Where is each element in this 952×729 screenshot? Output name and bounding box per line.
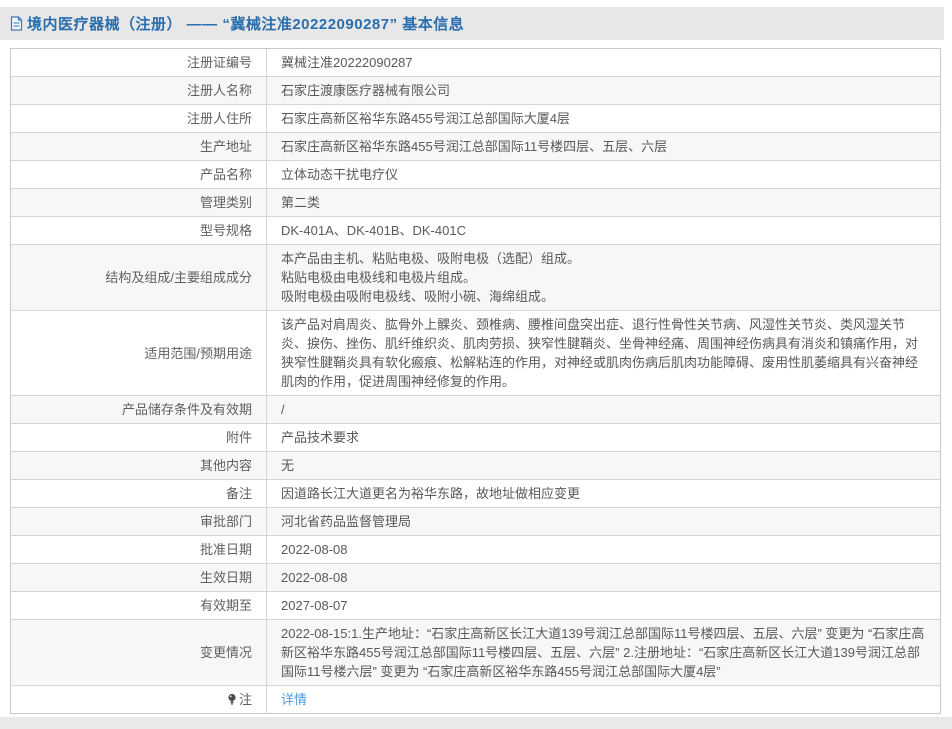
- row-value: 第二类: [267, 189, 940, 216]
- row-label: 型号规格: [11, 217, 267, 244]
- table-row: 生产地址 石家庄高新区裕华东路455号润江总部国际11号楼四层、五层、六层: [11, 133, 940, 161]
- table-row: 其他内容 无: [11, 452, 940, 480]
- registration-info-table: 注册证编号 冀械注准20222090287 注册人名称 石家庄渡康医疗器械有限公…: [10, 48, 941, 714]
- row-value: 产品技术要求: [267, 424, 940, 451]
- row-value: 详情: [267, 686, 940, 713]
- bulb-icon: [227, 693, 237, 706]
- table-row: 注册人名称 石家庄渡康医疗器械有限公司: [11, 77, 940, 105]
- row-value: /: [267, 396, 940, 423]
- table-row: 生效日期 2022-08-08: [11, 564, 940, 592]
- row-label: 变更情况: [11, 620, 267, 685]
- table-row: 有效期至 2027-08-07: [11, 592, 940, 620]
- table-row: 管理类别 第二类: [11, 189, 940, 217]
- page-header: 境内医疗器械（注册） —— “冀械注准20222090287” 基本信息: [0, 7, 944, 40]
- table-row: 适用范围/预期用途 该产品对肩周炎、肱骨外上髁炎、颈椎病、腰椎间盘突出症、退行性…: [11, 311, 940, 396]
- row-value: DK-401A、DK-401B、DK-401C: [267, 217, 940, 244]
- table-row: 结构及组成/主要组成成分 本产品由主机、粘贴电极、吸附电极（选配）组成。 粘贴电…: [11, 245, 940, 311]
- row-label: 注册人住所: [11, 105, 267, 132]
- row-label: 注册证编号: [11, 49, 267, 76]
- row-value: 石家庄渡康医疗器械有限公司: [267, 77, 940, 104]
- row-value: 因道路长江大道更名为裕华东路，故地址做相应变更: [267, 480, 940, 507]
- table-row: 注册人住所 石家庄高新区裕华东路455号润江总部国际大厦4层: [11, 105, 940, 133]
- row-value: 无: [267, 452, 940, 479]
- row-label: 管理类别: [11, 189, 267, 216]
- table-row: 产品名称 立体动态干扰电疗仪: [11, 161, 940, 189]
- page-title: 境内医疗器械（注册） —— “冀械注准20222090287” 基本信息: [27, 13, 464, 34]
- row-value: 该产品对肩周炎、肱骨外上髁炎、颈椎病、腰椎间盘突出症、退行性骨性关节病、风湿性关…: [267, 311, 940, 395]
- row-label: 其他内容: [11, 452, 267, 479]
- table-row: 型号规格 DK-401A、DK-401B、DK-401C: [11, 217, 940, 245]
- row-label: 注册人名称: [11, 77, 267, 104]
- row-label: 产品名称: [11, 161, 267, 188]
- row-value: 石家庄高新区裕华东路455号润江总部国际11号楼四层、五层、六层: [267, 133, 940, 160]
- row-label: 结构及组成/主要组成成分: [11, 245, 267, 310]
- row-value: 冀械注准20222090287: [267, 49, 940, 76]
- row-label: 批准日期: [11, 536, 267, 563]
- table-row: 注册证编号 冀械注准20222090287: [11, 49, 940, 77]
- row-value: 2022-08-15:1.生产地址：“石家庄高新区长江大道139号润江总部国际1…: [267, 620, 940, 685]
- table-row: 变更情况 2022-08-15:1.生产地址：“石家庄高新区长江大道139号润江…: [11, 620, 940, 686]
- row-value: 2027-08-07: [267, 592, 940, 619]
- row-value: 本产品由主机、粘贴电极、吸附电极（选配）组成。 粘贴电极由电极线和电极片组成。 …: [267, 245, 940, 310]
- table-row: 审批部门 河北省药品监督管理局: [11, 508, 940, 536]
- row-label: 生产地址: [11, 133, 267, 160]
- table-row: 附件 产品技术要求: [11, 424, 940, 452]
- row-label: 审批部门: [11, 508, 267, 535]
- note-label-text: 注: [239, 690, 252, 709]
- row-label: 有效期至: [11, 592, 267, 619]
- page: { "header": { "icon": "document-icon", "…: [0, 7, 952, 697]
- row-label: 备注: [11, 480, 267, 507]
- row-value: 河北省药品监督管理局: [267, 508, 940, 535]
- row-value: 2022-08-08: [267, 536, 940, 563]
- row-label: 产品储存条件及有效期: [11, 396, 267, 423]
- row-value: 2022-08-08: [267, 564, 940, 591]
- row-label: 生效日期: [11, 564, 267, 591]
- row-label: 注: [11, 686, 267, 713]
- row-value: 石家庄高新区裕华东路455号润江总部国际大厦4层: [267, 105, 940, 132]
- document-icon: [10, 16, 23, 31]
- row-label: 适用范围/预期用途: [11, 311, 267, 395]
- row-value: 立体动态干扰电疗仪: [267, 161, 940, 188]
- row-label: 附件: [11, 424, 267, 451]
- table-row-note: 注 详情: [11, 686, 940, 713]
- table-row: 备注 因道路长江大道更名为裕华东路，故地址做相应变更: [11, 480, 940, 508]
- footer-area: [0, 717, 952, 729]
- table-row: 批准日期 2022-08-08: [11, 536, 940, 564]
- table-row: 产品储存条件及有效期 /: [11, 396, 940, 424]
- detail-link[interactable]: 详情: [281, 690, 307, 709]
